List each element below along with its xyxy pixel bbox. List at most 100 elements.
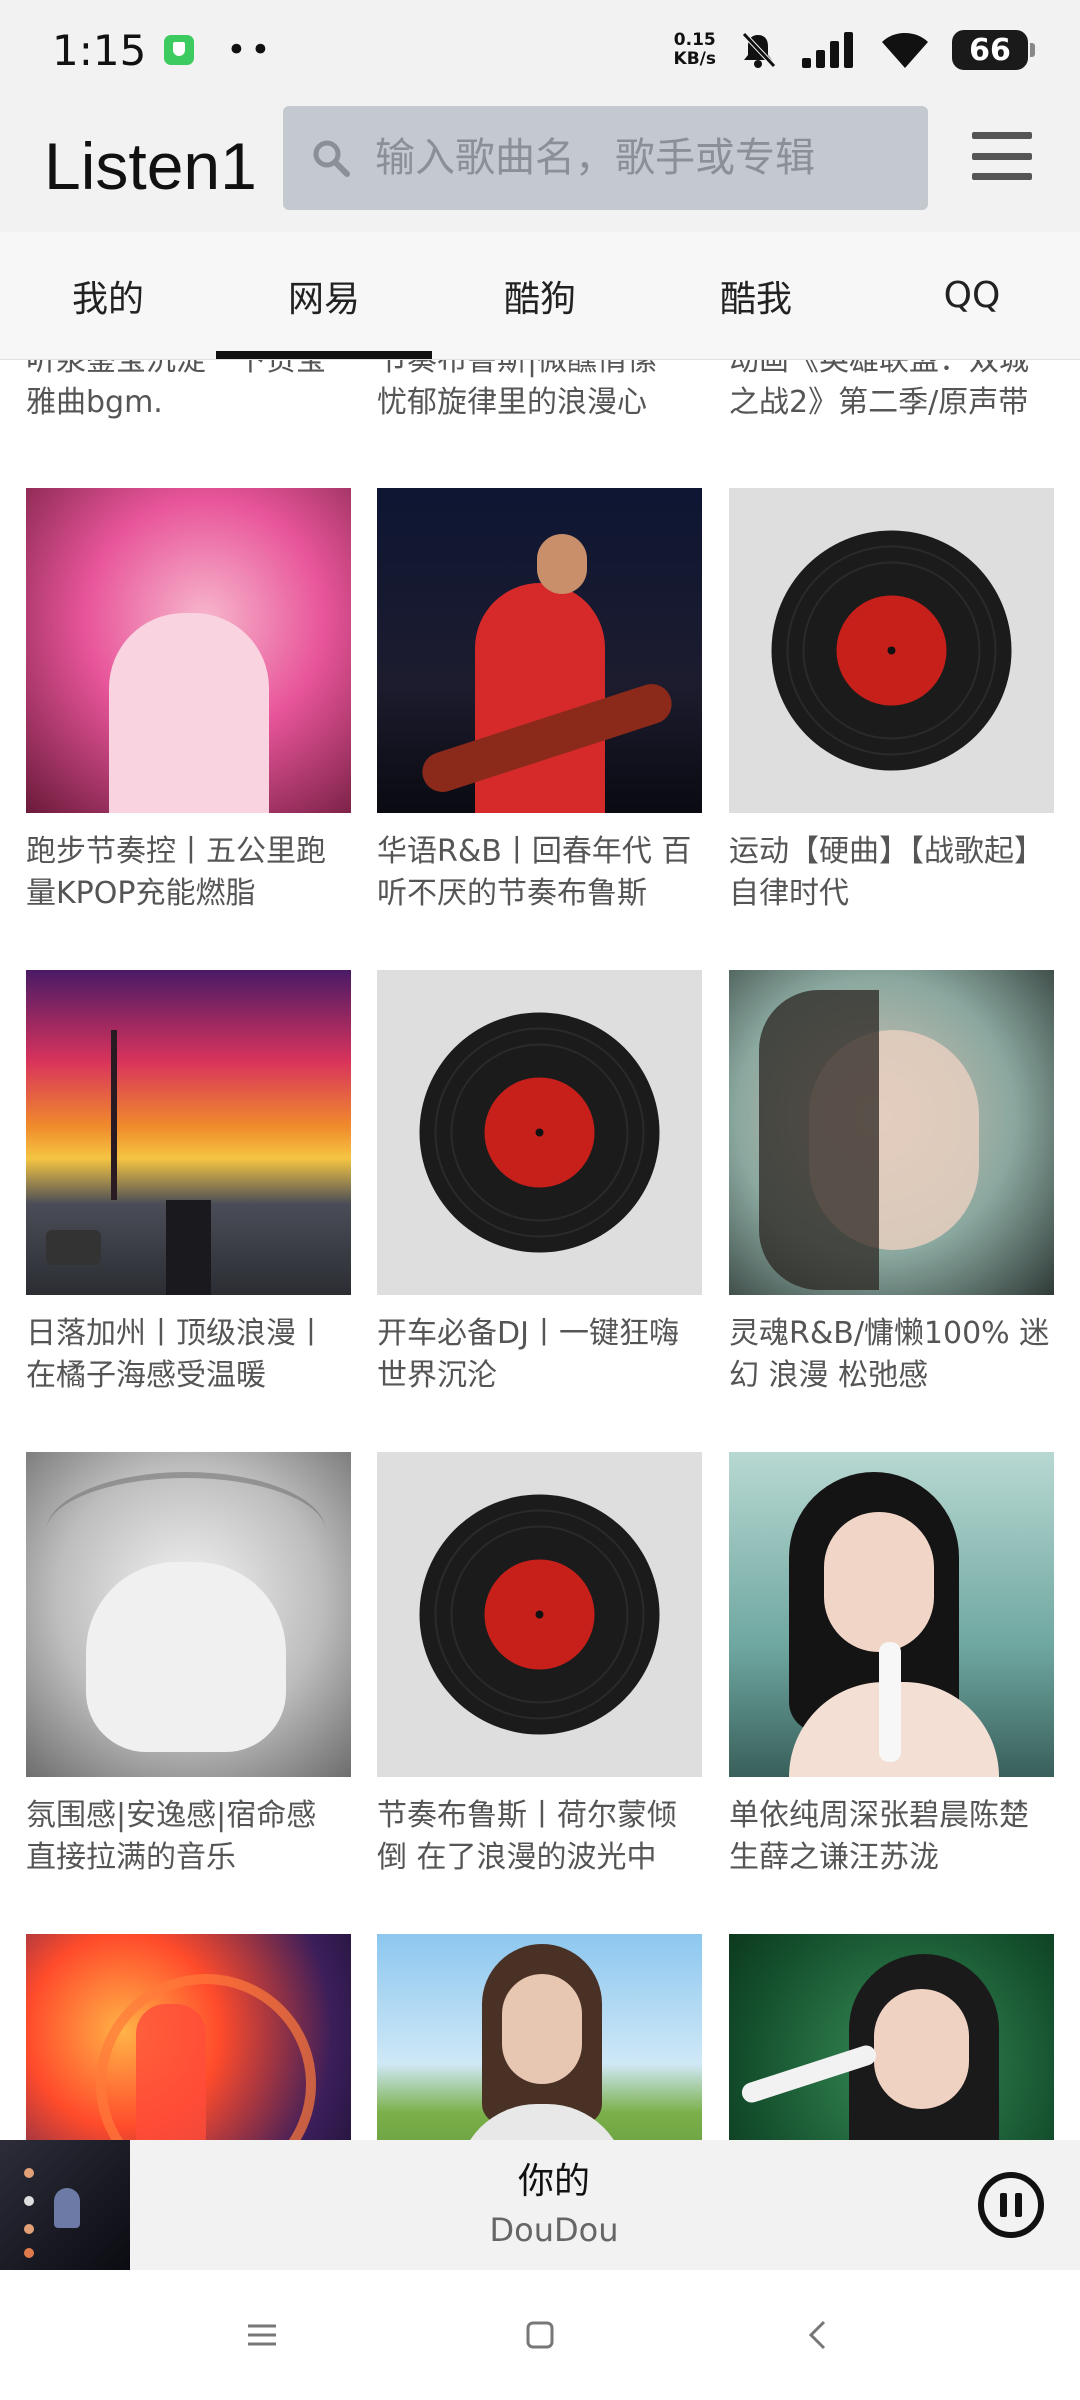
partial-playlist-title[interactable]: 动画《英雄联盟：双城 之战2》第二季/原声带	[729, 360, 1054, 424]
cover-hair	[759, 990, 879, 1290]
now-playing-bar[interactable]: 你的 DouDou	[0, 2140, 1080, 2270]
now-playing-song: 你的	[517, 2161, 590, 2202]
net-speed-unit: KB/s	[673, 49, 716, 69]
playlist-title: 运动【硬曲】【战歌起】自律时代	[729, 834, 1044, 911]
cover-figure	[54, 2188, 80, 2228]
partial-playlist-title[interactable]: 听泉鉴宝沉淀一下贵宝 雅曲bgm.	[26, 360, 351, 424]
search-box[interactable]	[283, 106, 928, 210]
playlist-card[interactable]: 华语R&B丨回春年代 百听不厌的节奏布鲁斯	[377, 488, 702, 915]
menu-icon	[248, 2324, 276, 2346]
playlist-cover	[26, 488, 351, 813]
net-speed: 0.15 KB/s	[674, 31, 716, 69]
wifi-icon	[882, 33, 928, 68]
playlist-cover	[729, 1452, 1054, 1777]
playlist-card[interactable]	[26, 1934, 351, 2140]
cover-dot	[24, 2168, 34, 2178]
playlist-title: 日落加州丨顶级浪漫丨在橘子海感受温暖	[26, 1316, 326, 1393]
playlist-title: 华语R&B丨回春年代 百听不厌的节奏布鲁斯	[377, 834, 692, 911]
playlist-cover	[729, 488, 1054, 813]
playlist-cover	[729, 1934, 1054, 2140]
car-shape	[46, 1230, 101, 1265]
tab-kuwo[interactable]: 酷我	[648, 232, 864, 359]
app-badge-icon	[164, 35, 195, 65]
cover-dot	[24, 2224, 34, 2234]
playlist-cover	[729, 970, 1054, 1295]
playlist-cover	[26, 1934, 351, 2140]
status-right: 0.15 KB/s 66	[674, 30, 1035, 70]
now-playing-info[interactable]: 你的 DouDou	[130, 2157, 978, 2253]
tab-qq[interactable]: QQ	[864, 232, 1080, 359]
mute-bell-icon	[742, 32, 776, 68]
search-input[interactable]	[375, 135, 915, 181]
playlist-title: 灵魂R&B/慵懒100% 迷幻 浪漫 松弛感	[729, 1316, 1050, 1393]
playlist-cover	[26, 1452, 351, 1777]
battery-level: 66	[969, 32, 1011, 68]
pause-icon-bar	[1000, 2193, 1007, 2217]
playlist-card[interactable]: 日落加州丨顶级浪漫丨在橘子海感受温暖	[26, 970, 351, 1397]
back-button[interactable]	[794, 2311, 842, 2359]
playlist-card[interactable]: 跑步节奏控丨五公里跑量KPOP充能燃脂	[26, 488, 351, 915]
signal-icon	[802, 32, 853, 68]
cover-face	[502, 1974, 582, 2084]
playlist-card[interactable]	[729, 1934, 1054, 2140]
app-header: Listen1	[0, 100, 1080, 232]
cover-face	[874, 1989, 969, 2109]
playlist-cover	[377, 970, 702, 1295]
status-bar: 1:15 •• 0.15 KB/s 66	[0, 0, 1080, 100]
status-left: 1:15 ••	[52, 26, 274, 75]
battery-icon: 66	[952, 30, 1035, 70]
menu-line	[972, 152, 1032, 160]
microphone-shape	[879, 1642, 901, 1762]
playlist-title: 跑步节奏控丨五公里跑量KPOP充能燃脂	[26, 834, 326, 911]
playlist-card[interactable]: 运动【硬曲】【战歌起】自律时代	[729, 488, 1054, 915]
playlist-cover	[377, 1452, 702, 1777]
cover-figure	[108, 613, 269, 813]
menu-line	[972, 132, 1032, 139]
pause-icon-bar	[1015, 2193, 1022, 2217]
menu-line	[972, 173, 1032, 180]
cover-head	[537, 534, 587, 594]
app-root: 1:15 •• 0.15 KB/s 66 Listen1 输入歌曲名，歌手或专辑…	[0, 0, 1080, 2400]
playlist-cover	[377, 488, 702, 813]
playlist-cover	[26, 970, 351, 1295]
cover-dot	[24, 2196, 34, 2206]
playlist-cover	[377, 1934, 702, 2140]
menu-button[interactable]	[972, 132, 1032, 180]
playlist-title: 开车必备DJ丨一键狂嗨 世界沉沦	[377, 1316, 679, 1393]
net-speed-value: 0.15	[673, 30, 716, 50]
cover-face	[824, 1512, 934, 1652]
source-tabs: 我的 网易 酷狗 酷我 QQ	[0, 232, 1080, 360]
playlist-card[interactable]	[377, 1934, 702, 2140]
cover-hair	[46, 1472, 326, 1592]
playlist-card[interactable]: 灵魂R&B/慵懒100% 迷幻 浪漫 松弛感	[729, 970, 1054, 1397]
palm-tree	[111, 1030, 117, 1200]
now-playing-artist: DouDou	[489, 2211, 619, 2249]
playlist-card[interactable]: 开车必备DJ丨一键狂嗨 世界沉沦	[377, 970, 702, 1397]
playlist-card[interactable]: 氛围感|安逸感|宿命感 直接拉满的音乐	[26, 1452, 351, 1879]
vinyl-record-icon	[771, 530, 1012, 771]
playlist-title: 氛围感|安逸感|宿命感 直接拉满的音乐	[26, 1798, 317, 1875]
cover-dot	[24, 2248, 34, 2258]
home-button[interactable]	[516, 2311, 564, 2359]
tab-netease[interactable]: 网易	[216, 232, 432, 359]
playlist-card[interactable]: 单依纯周深张碧晨陈楚生薛之谦汪苏泷	[729, 1452, 1054, 1879]
now-playing-cover[interactable]	[0, 2140, 130, 2270]
neon-ring	[96, 1974, 316, 2140]
partial-playlist-title[interactable]: 节奏布鲁斯|微醺情愫 忧郁旋律里的浪漫心	[377, 360, 702, 424]
status-time: 1:15	[52, 25, 147, 75]
tab-kugou[interactable]: 酷狗	[432, 232, 648, 359]
status-dots: ••	[226, 30, 275, 70]
vinyl-record-icon	[419, 1494, 660, 1735]
app-title: Listen1	[44, 129, 257, 203]
system-nav-bar	[0, 2270, 1080, 2400]
vinyl-record-icon	[419, 1012, 660, 1253]
recents-button[interactable]	[238, 2311, 286, 2359]
pause-button[interactable]	[978, 2172, 1044, 2238]
playlist-card[interactable]: 节奏布鲁斯丨荷尔蒙倾倒 在了浪漫的波光中	[377, 1452, 702, 1879]
cover-figure	[474, 583, 605, 813]
neon-hand	[136, 2004, 206, 2140]
tab-mine[interactable]: 我的	[0, 232, 216, 359]
playlist-grid: 听泉鉴宝沉淀一下贵宝 雅曲bgm. 节奏布鲁斯|微醺情愫 忧郁旋律里的浪漫心 动…	[0, 360, 1080, 2140]
home-icon	[526, 2321, 554, 2349]
playlist-title: 节奏布鲁斯丨荷尔蒙倾倒 在了浪漫的波光中	[377, 1798, 677, 1875]
